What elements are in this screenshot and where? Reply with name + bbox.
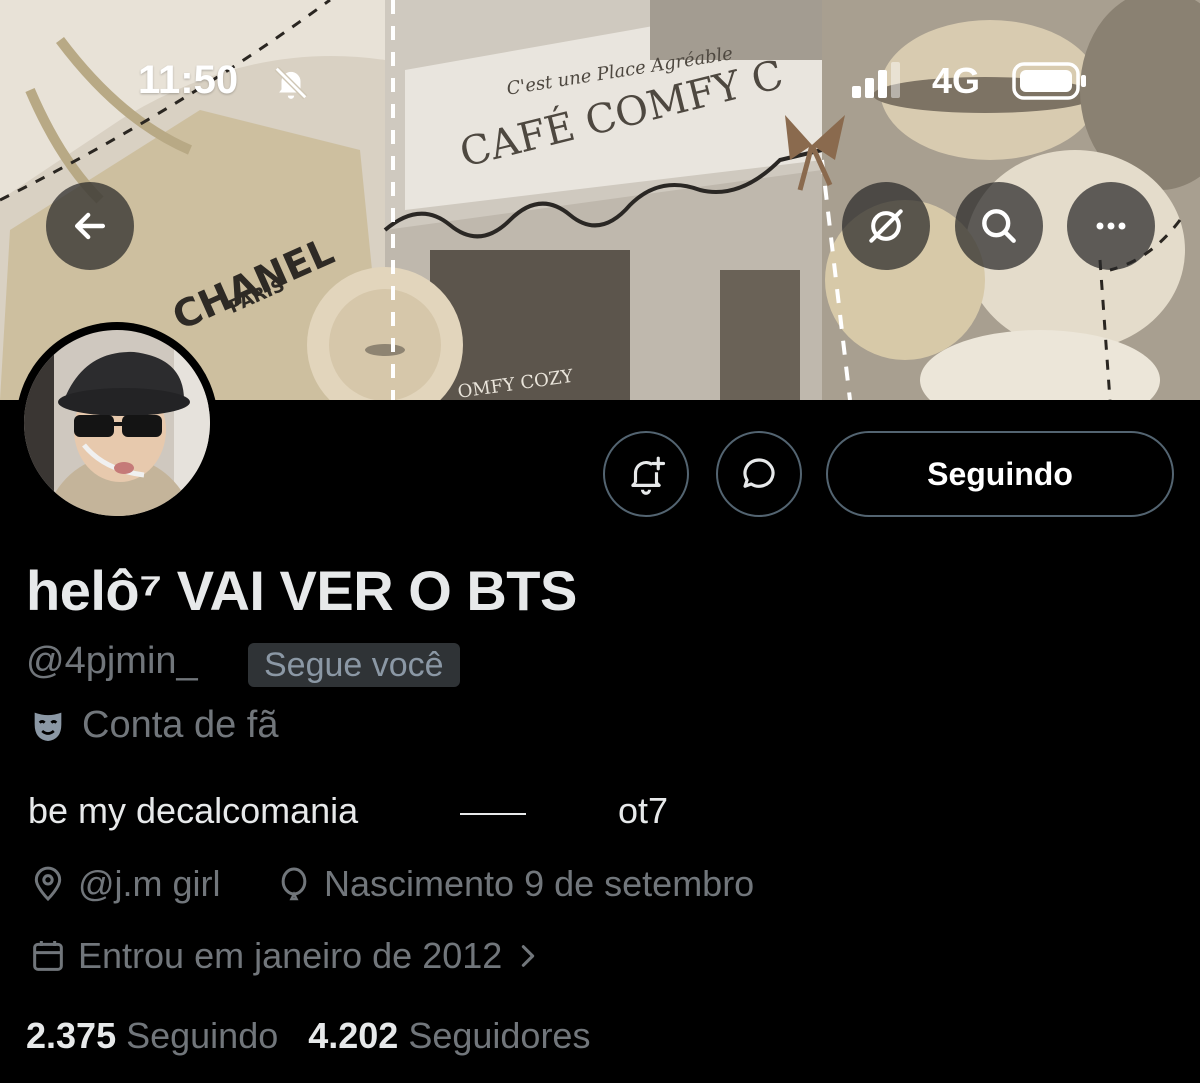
battery-icon: [1012, 62, 1086, 100]
silent-bell-icon: [274, 66, 308, 100]
follows-you-badge: Segue você: [248, 643, 460, 687]
message-button[interactable]: [716, 431, 802, 517]
calendar-icon: [33, 941, 63, 971]
bio-text: be my decalcomania: [28, 790, 359, 831]
balloon-icon: [281, 867, 307, 901]
username: @4pjmin_: [26, 640, 198, 682]
network-type: 4G: [932, 60, 981, 101]
following-count[interactable]: 2.375: [26, 1015, 116, 1057]
location-text: @j.m girl: [78, 863, 221, 904]
following-label[interactable]: Seguindo: [126, 1015, 278, 1057]
following-button[interactable]: Seguindo: [826, 431, 1174, 517]
notify-button[interactable]: [603, 431, 689, 517]
arrow-left-icon: [74, 212, 106, 240]
chevron-right-icon: [522, 945, 535, 967]
birth-row: Nascimento 9 de setembro: [274, 863, 754, 905]
search-button[interactable]: [955, 182, 1043, 270]
message-icon: [743, 458, 775, 488]
back-button[interactable]: [46, 182, 134, 270]
bell-off-icon: [869, 209, 903, 243]
birth-text: Nascimento 9 de setembro: [324, 863, 755, 904]
mask-icon: [34, 712, 62, 741]
followers-label[interactable]: Seguidores: [408, 1015, 590, 1057]
bio-divider: [460, 813, 526, 815]
signal-icon: [852, 62, 900, 98]
status-time: 11:50: [138, 58, 239, 102]
avatar[interactable]: [16, 322, 218, 524]
more-button[interactable]: [1067, 182, 1155, 270]
category-row: Conta de fã: [28, 704, 278, 747]
search-icon: [982, 209, 1016, 243]
followers-count[interactable]: 4.202: [308, 1015, 398, 1057]
display-name: helô⁷ VAI VER O BTS: [26, 559, 577, 622]
location-row: @j.m girl: [28, 863, 221, 905]
joined-row[interactable]: Entrou em janeiro de 2012: [28, 935, 542, 977]
more-horizontal-icon: [1096, 222, 1126, 230]
notifications-button[interactable]: [842, 182, 930, 270]
follow-stats: 2.375 Seguindo 4.202 Seguidores: [26, 1015, 620, 1057]
avatar-photo: [24, 330, 210, 516]
category-label: Conta de fã: [82, 704, 279, 746]
bio-text-end: ot7: [618, 790, 669, 831]
bell-plus-icon: [631, 456, 666, 495]
joined-text: Entrou em janeiro de 2012: [78, 935, 503, 976]
location-pin-icon: [34, 866, 62, 902]
